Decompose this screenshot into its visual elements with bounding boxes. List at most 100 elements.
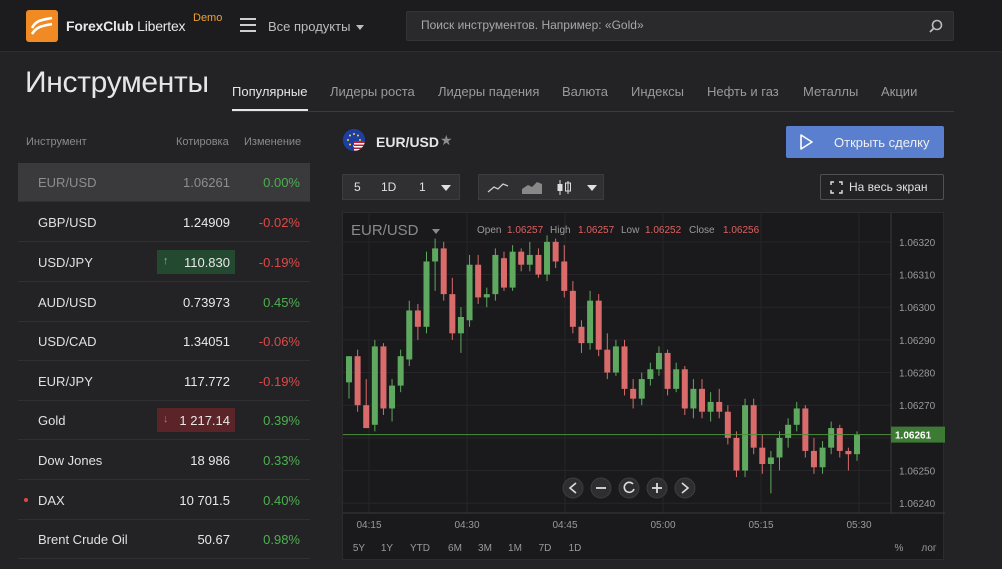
ohlc-value: 1.06252 (645, 225, 682, 236)
chevron-down-icon[interactable] (441, 185, 451, 191)
candlestick-chart[interactable]: 04:15 04:30 04:45 05:00 05:15 05:30 1.06320 1.0… (343, 213, 945, 561)
instrument-row[interactable]: Dow Jones 18 986 0.33% (18, 441, 310, 480)
period-button[interactable]: 5Y (353, 543, 366, 554)
candle-body (724, 411, 731, 438)
candle-body (854, 434, 860, 455)
candle-body (621, 346, 628, 389)
column-header-instrument: Инструмент (26, 136, 87, 148)
instrument-name: EUR/JPY (38, 374, 93, 389)
candle-body (587, 300, 594, 344)
chart-type-selector (478, 174, 604, 200)
area-chart-icon[interactable] (521, 180, 543, 195)
logo-text[interactable]: ForexClub Libertex (66, 18, 186, 34)
logo-brand: ForexClub (66, 18, 134, 34)
tab-metals[interactable]: Металлы (803, 84, 858, 99)
candle-body (466, 264, 473, 321)
interval-option[interactable]: 1D (381, 180, 396, 194)
instrument-change: -0.06% (258, 334, 300, 349)
x-tick-label: 05:30 (846, 520, 871, 531)
instrument-change: 0.00% (263, 175, 300, 190)
tab-currency[interactable]: Валюта (562, 84, 608, 99)
instrument-row[interactable]: DAX 10 701.5 0.40% (18, 481, 310, 520)
fullscreen-icon (830, 181, 843, 194)
candle-body (440, 248, 447, 295)
instrument-row[interactable]: Brent Crude Oil 50.67 0.98% (18, 520, 310, 559)
period-button[interactable]: 1M (508, 543, 522, 554)
tab-stocks[interactable]: Акции (881, 84, 917, 99)
interval-option[interactable]: 5 (354, 180, 361, 194)
candle-body (759, 447, 766, 464)
instrument-row[interactable]: USD/CAD 1.34051 -0.06% (18, 322, 310, 361)
tab-oil-gas[interactable]: Нефть и газ (707, 84, 779, 99)
fullscreen-button[interactable]: На весь экран (820, 174, 944, 200)
candle-body (733, 437, 740, 471)
all-products-menu[interactable]: Все продукты (268, 19, 350, 34)
candle-body (457, 317, 464, 334)
candle-body (681, 369, 688, 409)
reset-icon[interactable] (618, 477, 640, 499)
period-button[interactable]: 1Y (381, 543, 394, 554)
search-box (406, 11, 954, 41)
instrument-row[interactable]: EUR/USD 1.06261 0.00% (18, 163, 310, 202)
candle-body (793, 408, 800, 425)
period-button[interactable]: YTD (410, 543, 430, 554)
instrument-change: 0.33% (263, 453, 300, 468)
candle-body (776, 437, 783, 458)
instrument-row[interactable]: USD/JPY ↑ 110.830 -0.19% (18, 243, 310, 282)
scale-button[interactable]: % (895, 543, 904, 554)
menu-icon[interactable] (240, 18, 256, 32)
instrument-name: AUD/USD (38, 295, 97, 310)
scale-button[interactable]: лог (921, 543, 937, 554)
candle-body (750, 405, 757, 448)
search-input[interactable] (421, 18, 921, 32)
instrument-price: 0.73973 (183, 295, 230, 310)
tab-losers[interactable]: Лидеры падения (438, 84, 539, 99)
tab-indices[interactable]: Индексы (631, 84, 684, 99)
chevron-left-icon[interactable] (562, 477, 584, 499)
market-status-dot (24, 498, 28, 502)
period-button[interactable]: 6M (448, 543, 462, 554)
candle-body (647, 369, 654, 380)
current-price-label: 1.06261 (895, 431, 932, 442)
favorite-star-icon[interactable]: ★ (440, 132, 453, 149)
candle-body (810, 450, 817, 468)
candle-body (595, 300, 602, 350)
instrument-price: 117.772 (183, 374, 230, 389)
y-tick-label: 1.06310 (899, 271, 936, 282)
tab-popular[interactable]: Популярные (232, 84, 307, 99)
search-icon[interactable] (929, 19, 943, 33)
instrument-price: 1 217.14 (179, 413, 230, 428)
instrument-row[interactable]: EUR/JPY 117.772 -0.19% (18, 362, 310, 401)
instrument-title: EUR/USD (376, 134, 440, 150)
candle-body (742, 405, 749, 471)
page-title: Инструменты (25, 66, 209, 99)
instrument-name: DAX (38, 493, 65, 508)
price-chart[interactable]: 04:15 04:30 04:45 05:00 05:15 05:30 1.06320 1.0… (342, 212, 945, 561)
candle-body (354, 356, 361, 406)
period-button[interactable]: 1D (569, 543, 582, 554)
open-trade-button[interactable]: Открыть сделку (786, 126, 944, 158)
chevron-right-icon[interactable] (674, 477, 696, 499)
period-button[interactable]: 7D (539, 543, 552, 554)
candle-body (604, 349, 611, 373)
instrument-row[interactable]: Gold ↓ 1 217.14 0.39% (18, 401, 310, 440)
period-button[interactable]: 3M (478, 543, 492, 554)
candlestick-chart-icon[interactable] (555, 179, 573, 196)
fullscreen-label: На весь экран (849, 180, 928, 194)
instrument-change: 0.45% (263, 295, 300, 310)
interval-selector: 5 1D 1 (342, 174, 460, 200)
candle-body (845, 450, 852, 455)
candle-body (552, 241, 559, 262)
instrument-row[interactable]: AUD/USD 0.73973 0.45% (18, 283, 310, 322)
logo-icon[interactable] (26, 10, 58, 42)
ohlc-label: Open (477, 225, 501, 236)
tab-gainers[interactable]: Лидеры роста (330, 84, 415, 99)
candle-body (389, 385, 396, 409)
chevron-down-icon[interactable] (587, 185, 597, 191)
ohlc-label: Low (621, 225, 640, 236)
candle-body (432, 248, 439, 262)
interval-option[interactable]: 1 (419, 180, 426, 194)
instrument-row[interactable]: GBP/USD 1.24909 -0.02% (18, 203, 310, 242)
candle-body (449, 294, 456, 334)
line-chart-icon[interactable] (487, 181, 509, 195)
